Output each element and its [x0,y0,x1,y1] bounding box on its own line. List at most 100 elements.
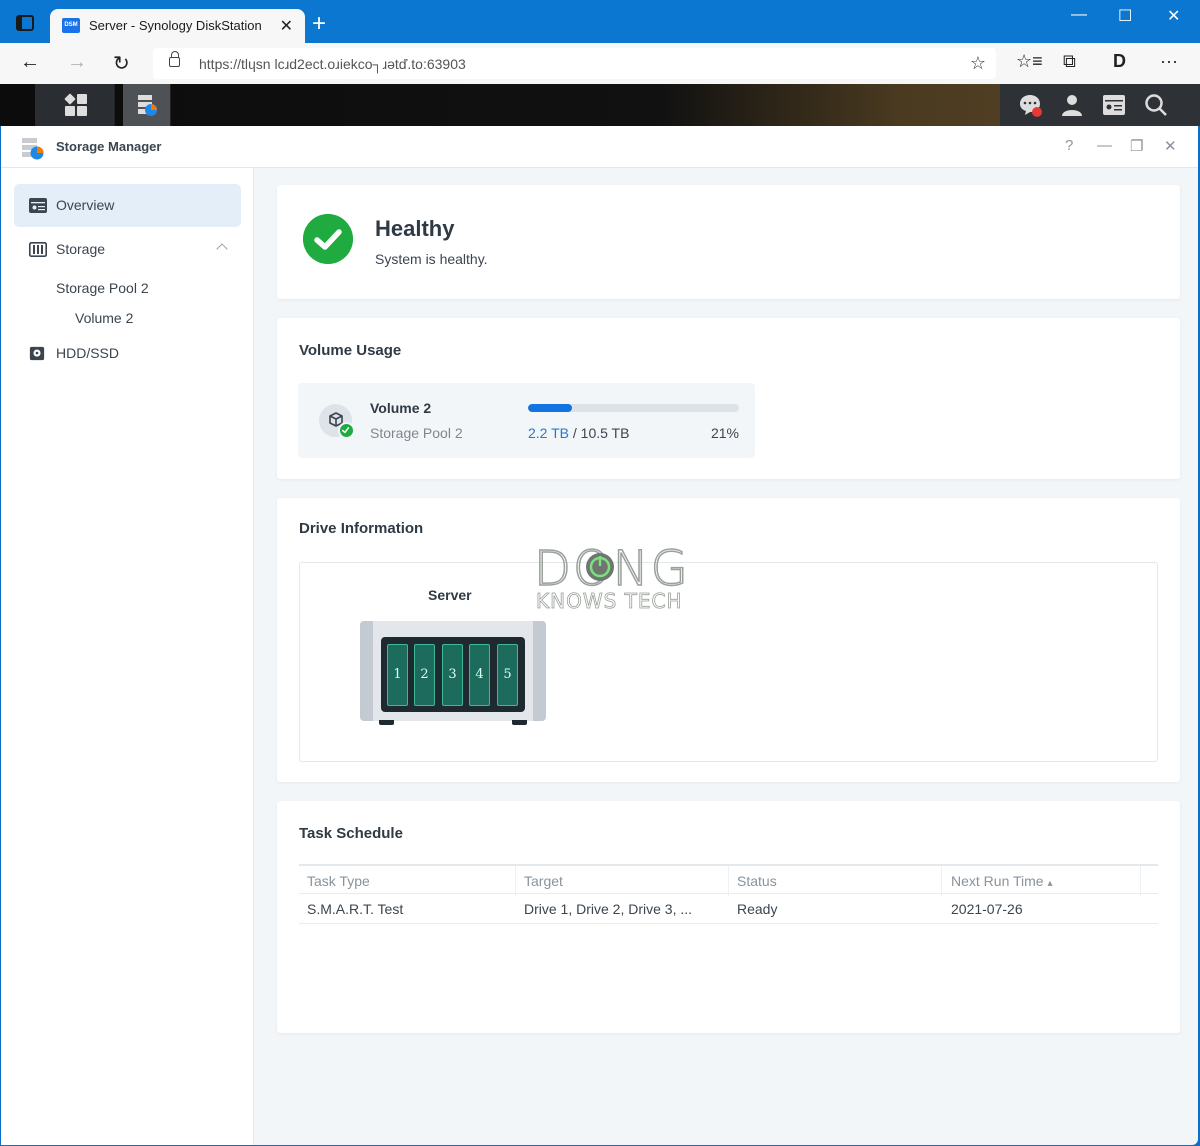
task-schedule-card: Task Schedule Task Type Target Status Ne… [277,801,1180,1033]
watermark-bottom: KNOWS TECH [536,589,683,611]
chevron-up-icon[interactable] [216,243,228,255]
sidebar-item-hdd-ssd[interactable]: HDD/SSD [14,332,241,375]
nas-foot [379,720,394,725]
taskbar-storage-manager[interactable] [123,84,171,126]
health-card: Healthy System is healthy. [277,185,1180,299]
sidebar-item-storage-pool-2[interactable]: Storage Pool 2 [56,280,149,296]
tab-title: Server - Synology DiskStation [89,18,262,33]
browser-title-bar: DSM Server - Synology DiskStation ✕ + — … [0,0,1200,43]
sidebar-item-volume-2[interactable]: Volume 2 [75,310,133,326]
column-divider [941,866,942,896]
drive-bay-2[interactable]: 2 [414,644,435,706]
add-favorite-icon[interactable]: ☆ [970,53,986,74]
server-name: Server [428,587,472,603]
app-minimize-button[interactable]: — [1097,137,1112,154]
storage-manager-icon [138,95,157,116]
sidebar-label: HDD/SSD [56,345,120,361]
back-button[interactable]: ← [20,51,40,74]
browser-tab[interactable]: DSM Server - Synology DiskStation ✕ [50,9,305,43]
extension-icon[interactable]: D [1113,51,1126,72]
tab-close-icon[interactable]: ✕ [280,16,293,36]
address-bar[interactable]: https://tlɥsn lcɹd2ect.oɹiekco┐ɹətď.to:6… [153,48,996,79]
browser-window: DSM Server - Synology DiskStation ✕ + — … [0,0,1200,1146]
favorites-icon[interactable]: ☆≡ [1016,51,1043,72]
cell-target: Drive 1, Drive 2, Drive 3, ... [524,901,693,917]
refresh-button[interactable]: ↻ [113,51,130,76]
new-tab-button[interactable]: + [312,10,326,38]
table-header-row: Task Type Target Status Next Run Time ▴ [299,864,1158,896]
drive-panel: Server 1 2 3 4 5 DONG [299,541,1158,762]
taskbar-right-tray [1000,84,1200,126]
cell-next-run-time: 2021-07-26 [951,901,1023,917]
sidebar-item-overview[interactable]: Overview [14,184,241,227]
volume-usage-bar-fill [528,404,573,412]
cell-task-type: S.M.A.R.T. Test [307,901,404,917]
task-schedule-title: Task Schedule [299,825,403,842]
app-close-button[interactable]: ✕ [1164,137,1177,155]
watermark-logo: DONG KNOWS TECH [533,541,688,611]
search-icon[interactable] [1144,93,1168,117]
sidebar-item-storage[interactable]: Storage [14,228,241,271]
drive-information-card: Drive Information Server 1 2 3 4 5 KNOWS… [277,498,1180,782]
dsm-taskbar [0,84,1200,126]
tab-actions-icon[interactable] [16,15,34,31]
volume-usage-card: Volume Usage Volume 2 Storage Pool 2 2.2… [277,318,1180,479]
widgets-icon[interactable] [1102,93,1126,117]
window-close-button[interactable]: ✕ [1167,6,1180,26]
app-title: Storage Manager [56,139,162,154]
main-menu-icon [64,93,87,116]
nas-foot [512,720,527,725]
window-minimize-button[interactable]: — [1071,6,1087,24]
volume-pool: Storage Pool 2 [370,425,463,441]
notifications-icon[interactable] [1018,93,1042,117]
browser-nav-bar: ← → ↻ https://tlɥsn lcɹd2ect.oɹiekco┐ɹət… [0,43,1200,84]
column-header-label: Next Run Time [951,873,1044,889]
column-divider [728,866,729,896]
url-text[interactable]: https://tlɥsn lcɹd2ect.oɹiekco┐ɹətď.to:6… [199,56,466,72]
nas-side-right [533,621,546,721]
drive-bay-5[interactable]: 5 [497,644,518,706]
volume-usage-bar [528,404,739,412]
forward-button[interactable]: → [67,51,87,74]
healthy-check-icon [303,214,353,264]
column-divider [1140,866,1141,896]
table-row[interactable]: S.M.A.R.T. Test Drive 1, Drive 2, Drive … [299,894,1158,924]
storage-manager-window: Storage Manager ? — ❐ ✕ Overview Storage [1,126,1198,1145]
storage-icon [29,242,47,257]
column-header-task-type[interactable]: Task Type [307,873,370,889]
column-divider [515,866,516,896]
hdd-icon [29,346,45,361]
sidebar-label: Overview [56,197,115,213]
dsm-favicon-icon: DSM [62,18,80,33]
window-maximize-button[interactable]: ☐ [1118,6,1132,26]
sidebar-label: Storage [56,241,106,257]
drive-bay-3[interactable]: 3 [442,644,463,706]
volume-used: 2.2 TB [528,425,569,441]
collections-icon[interactable]: ⧉ [1063,51,1076,72]
task-schedule-table: Task Type Target Status Next Run Time ▴ … [299,864,1158,924]
lock-icon[interactable] [169,51,180,67]
user-icon[interactable] [1060,93,1084,117]
volume-item[interactable]: Volume 2 Storage Pool 2 2.2 TB / 10.5 TB… [298,383,755,458]
volume-capacity: 2.2 TB / 10.5 TB [528,425,629,441]
drive-information-title: Drive Information [299,520,424,537]
sidebar: Overview Storage Storage Pool 2 Volume 2… [1,168,254,1145]
column-header-target[interactable]: Target [524,873,563,889]
more-menu-icon[interactable]: ··· [1160,51,1178,72]
nas-diagram[interactable]: 1 2 3 4 5 [360,621,546,725]
drive-bay-4[interactable]: 4 [469,644,490,706]
app-header: Storage Manager ? — ❐ ✕ [1,126,1198,168]
column-header-next-run-time[interactable]: Next Run Time ▴ [951,873,1053,889]
volume-name: Volume 2 [370,400,432,416]
app-restore-button[interactable]: ❐ [1130,137,1143,155]
overview-icon [29,198,47,213]
nas-front-panel: 1 2 3 4 5 [381,637,525,712]
help-button[interactable]: ? [1065,137,1073,154]
volume-healthy-icon [338,422,355,439]
sort-ascending-icon: ▴ [1047,878,1053,889]
volume-percent: 21% [710,425,739,441]
column-header-status[interactable]: Status [737,873,777,889]
main-menu-button[interactable] [35,84,115,126]
drive-bay-1[interactable]: 1 [387,644,408,706]
health-status-subtitle: System is healthy. [375,251,488,267]
